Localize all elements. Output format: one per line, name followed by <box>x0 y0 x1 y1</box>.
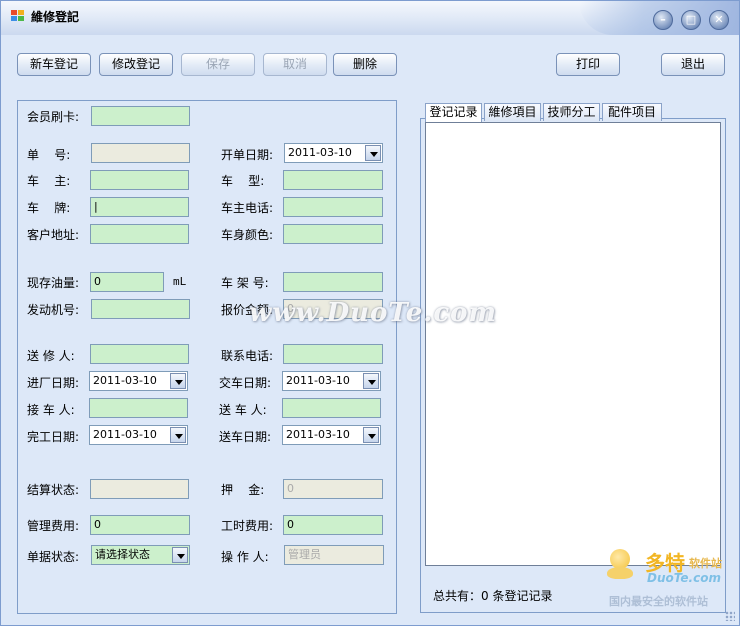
entry-date-label: 进厂日期: <box>27 376 80 390</box>
new-registration-button[interactable]: 新车登记 <box>17 53 91 76</box>
close-icon: ✕ <box>714 13 724 26</box>
owner-input[interactable] <box>90 170 189 190</box>
sender-input[interactable] <box>90 344 189 364</box>
fuel-unit: mL <box>173 275 187 288</box>
window-title: 維修登記 <box>31 10 80 24</box>
member-card-label: 会员刷卡: <box>27 110 80 124</box>
order-no-input[interactable] <box>91 143 190 163</box>
receiver-label: 接 车 人: <box>27 403 75 417</box>
car-model-input[interactable] <box>283 170 383 190</box>
operator-input[interactable]: 管理员 <box>284 545 384 565</box>
entry-date-value: 2011-03-10 <box>93 374 157 387</box>
address-input[interactable] <box>90 224 189 244</box>
doc-status-label: 单据状态: <box>27 550 80 564</box>
chevron-down-icon[interactable] <box>172 547 188 563</box>
plate-input[interactable]: | <box>90 197 189 217</box>
labor-fee-label: 工时费用: <box>221 519 274 533</box>
member-card-input[interactable] <box>91 106 190 126</box>
logo-slogan: 国内最安全的软件站 <box>609 595 708 608</box>
settle-label: 结算状态: <box>27 483 80 497</box>
mgmt-fee-input[interactable]: 0 <box>90 515 190 535</box>
owner-label: 车 主: <box>27 174 71 188</box>
resize-grip[interactable] <box>725 611 735 621</box>
open-date-value: 2011-03-10 <box>288 146 352 159</box>
owner-phone-label: 车主电话: <box>221 201 274 215</box>
chevron-down-icon[interactable] <box>363 373 379 389</box>
address-label: 客户地址: <box>27 228 80 242</box>
app-icon <box>11 10 25 22</box>
open-date-label: 开单日期: <box>221 148 274 162</box>
records-list[interactable] <box>425 122 721 566</box>
title-bar: 維修登記 – □ ✕ <box>1 1 739 35</box>
tab-repair-items[interactable]: 維修項目 <box>484 103 541 121</box>
receiver-input[interactable] <box>89 398 188 418</box>
labor-fee-input[interactable]: 0 <box>283 515 383 535</box>
fuel-input[interactable]: 0 <box>90 272 164 292</box>
frame-no-label: 车 架 号: <box>221 276 269 290</box>
deposit-input[interactable]: 0 <box>283 479 383 499</box>
car-model-label: 车 型: <box>221 174 265 188</box>
mgmt-fee-label: 管理费用: <box>27 519 80 533</box>
chevron-down-icon[interactable] <box>170 373 186 389</box>
chevron-down-icon[interactable] <box>365 145 381 161</box>
tab-registration-records[interactable]: 登记记录 <box>425 103 482 122</box>
logo-sub: 软件站 <box>689 557 722 570</box>
frame-no-input[interactable] <box>283 272 383 292</box>
cancel-button[interactable]: 取消 <box>263 53 327 76</box>
doc-status-value: 请选择状态 <box>95 548 150 561</box>
fuel-label: 现存油量: <box>27 276 80 290</box>
finish-date-label: 完工日期: <box>27 430 80 444</box>
sender-label: 送 修 人: <box>27 349 75 363</box>
finish-date-picker[interactable]: 2011-03-10 <box>89 425 188 445</box>
main-window: 維修登記 – □ ✕ 新车登记 修改登记 保存 取消 删除 打印 退出 会员刷卡… <box>0 0 740 626</box>
engine-no-input[interactable] <box>91 299 190 319</box>
deposit-label: 押 金: <box>221 483 265 497</box>
send-date-picker[interactable]: 2011-03-10 <box>282 425 381 445</box>
exit-button[interactable]: 退出 <box>661 53 725 76</box>
maximize-icon: □ <box>685 13 697 26</box>
finish-date-value: 2011-03-10 <box>93 428 157 441</box>
close-button[interactable]: ✕ <box>709 10 729 30</box>
tab-technician-assignment[interactable]: 技师分工 <box>543 103 600 121</box>
send-date-label: 送车日期: <box>219 430 272 444</box>
engine-no-label: 发动机号: <box>27 303 80 317</box>
duote-logo: 多特 软件站 DuoTe.com 国内最安全的软件站 <box>607 547 737 617</box>
delivery-date-picker[interactable]: 2011-03-10 <box>282 371 381 391</box>
records-total: 总共有：0 条登记记录 <box>433 589 553 603</box>
deliverer-input[interactable] <box>282 398 381 418</box>
delivery-date-label: 交车日期: <box>219 376 272 390</box>
minimize-icon: – <box>660 13 666 26</box>
entry-date-picker[interactable]: 2011-03-10 <box>89 371 188 391</box>
minimize-button[interactable]: – <box>653 10 673 30</box>
chevron-down-icon[interactable] <box>363 427 379 443</box>
maximize-button[interactable]: □ <box>681 10 701 30</box>
site-watermark: www.DuoTe.com <box>249 298 498 328</box>
settle-input[interactable] <box>90 479 189 499</box>
tab-parts-items[interactable]: 配件项目 <box>602 103 662 121</box>
deliverer-label: 送 车 人: <box>219 403 267 417</box>
print-button[interactable]: 打印 <box>556 53 620 76</box>
body-color-input[interactable] <box>283 224 383 244</box>
operator-label: 操 作 人: <box>221 550 269 564</box>
chevron-down-icon[interactable] <box>170 427 186 443</box>
save-button[interactable]: 保存 <box>181 53 255 76</box>
plate-label: 车 牌: <box>27 201 71 215</box>
body-color-label: 车身颜色: <box>221 228 274 242</box>
order-no-label: 单 号: <box>27 148 71 162</box>
open-date-picker[interactable]: 2011-03-10 <box>284 143 383 163</box>
owner-phone-input[interactable] <box>283 197 383 217</box>
delete-button[interactable]: 删除 <box>333 53 397 76</box>
send-date-value: 2011-03-10 <box>286 428 350 441</box>
logo-en: DuoTe.com <box>647 571 721 585</box>
contact-phone-input[interactable] <box>283 344 383 364</box>
doc-status-select[interactable]: 请选择状态 <box>91 545 190 565</box>
edit-registration-button[interactable]: 修改登记 <box>99 53 173 76</box>
mascot-icon <box>607 549 633 579</box>
delivery-date-value: 2011-03-10 <box>286 374 350 387</box>
contact-phone-label: 联系电话: <box>221 349 274 363</box>
